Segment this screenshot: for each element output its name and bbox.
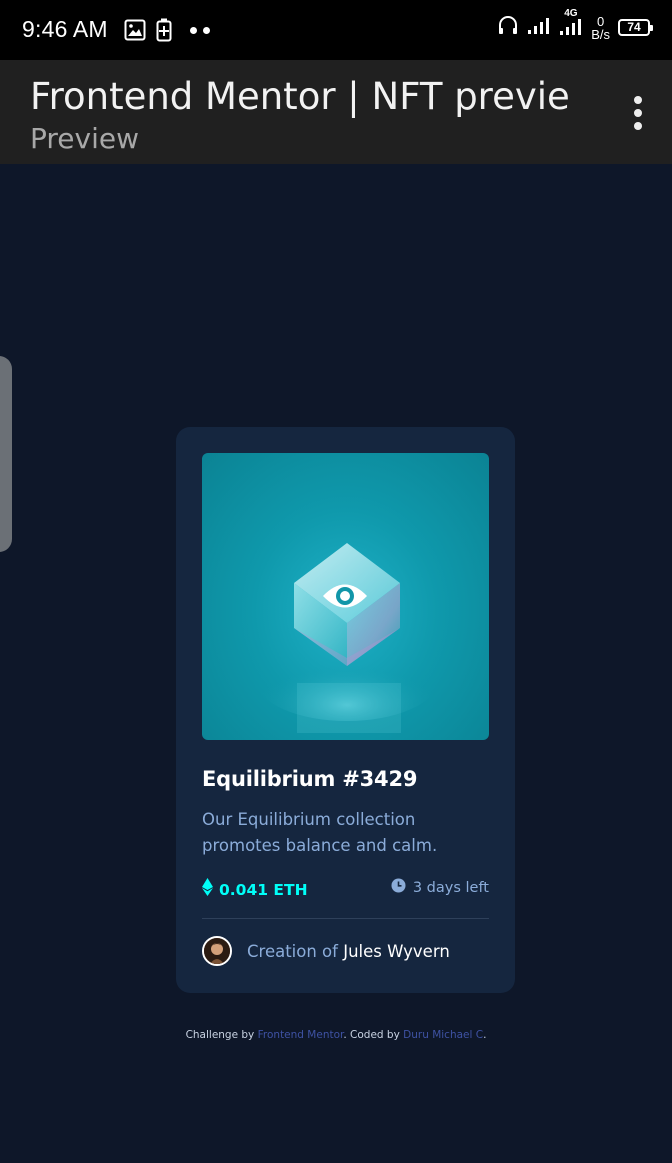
speed-unit: B/s bbox=[591, 26, 610, 42]
more-vert-icon bbox=[634, 96, 642, 104]
frontend-mentor-link[interactable]: Frontend Mentor bbox=[258, 1029, 344, 1041]
status-bar: 9:46 AM 4G 0 B/s 74 bbox=[0, 0, 672, 60]
attribution: Challenge by Frontend Mentor. Coded by D… bbox=[0, 1029, 672, 1041]
ethereum-icon bbox=[202, 878, 213, 901]
price-row: 0.041 ETH bbox=[202, 878, 308, 901]
status-right: 4G 0 B/s 74 bbox=[497, 8, 653, 41]
signal-icon bbox=[527, 15, 551, 40]
creator-text: Creation of Jules Wyvern bbox=[247, 942, 450, 961]
creator-row: Creation of Jules Wyvern bbox=[202, 936, 450, 966]
avatar bbox=[202, 936, 232, 966]
network-speed: 0 B/s bbox=[591, 15, 610, 41]
time-row: 3 days left bbox=[391, 878, 489, 898]
nft-card: Equilibrium #3429 Our Equilibrium collec… bbox=[176, 427, 515, 993]
app-bar: Frontend Mentor | NFT preview... Preview bbox=[0, 60, 672, 164]
overflow-menu-button[interactable] bbox=[632, 96, 644, 130]
time-left: 3 days left bbox=[412, 880, 489, 896]
clock-icon bbox=[391, 878, 406, 898]
edge-panel-handle[interactable] bbox=[0, 356, 12, 552]
page-subtitle: Preview bbox=[30, 122, 139, 155]
more-notifications-icon bbox=[190, 27, 210, 34]
nft-image[interactable] bbox=[202, 453, 489, 740]
creator-name-link[interactable]: Jules Wyvern bbox=[343, 942, 450, 961]
page-title: Frontend Mentor | NFT preview... bbox=[30, 75, 570, 118]
battery-icon: 74 bbox=[618, 19, 653, 36]
equilibrium-cube-image bbox=[257, 543, 437, 733]
divider bbox=[202, 918, 489, 919]
network-label: 4G bbox=[564, 8, 578, 19]
card-title[interactable]: Equilibrium #3429 bbox=[202, 767, 417, 791]
attribution-middle: . Coded by bbox=[343, 1029, 400, 1041]
signal-4g-icon: 4G bbox=[559, 8, 583, 41]
creator-prefix: Creation of bbox=[247, 941, 338, 961]
attribution-suffix: . bbox=[483, 1029, 487, 1041]
image-icon bbox=[124, 19, 146, 46]
headphones-icon bbox=[497, 14, 519, 41]
battery-saver-icon bbox=[156, 18, 172, 47]
author-link[interactable]: Duru Michael C bbox=[403, 1029, 483, 1041]
status-left-icons bbox=[124, 18, 172, 47]
attribution-prefix: Challenge by bbox=[185, 1029, 255, 1041]
price-value: 0.041 ETH bbox=[219, 880, 308, 899]
card-description: Our Equilibrium collection promotes bala… bbox=[202, 810, 438, 855]
status-time: 9:46 AM bbox=[22, 16, 108, 42]
